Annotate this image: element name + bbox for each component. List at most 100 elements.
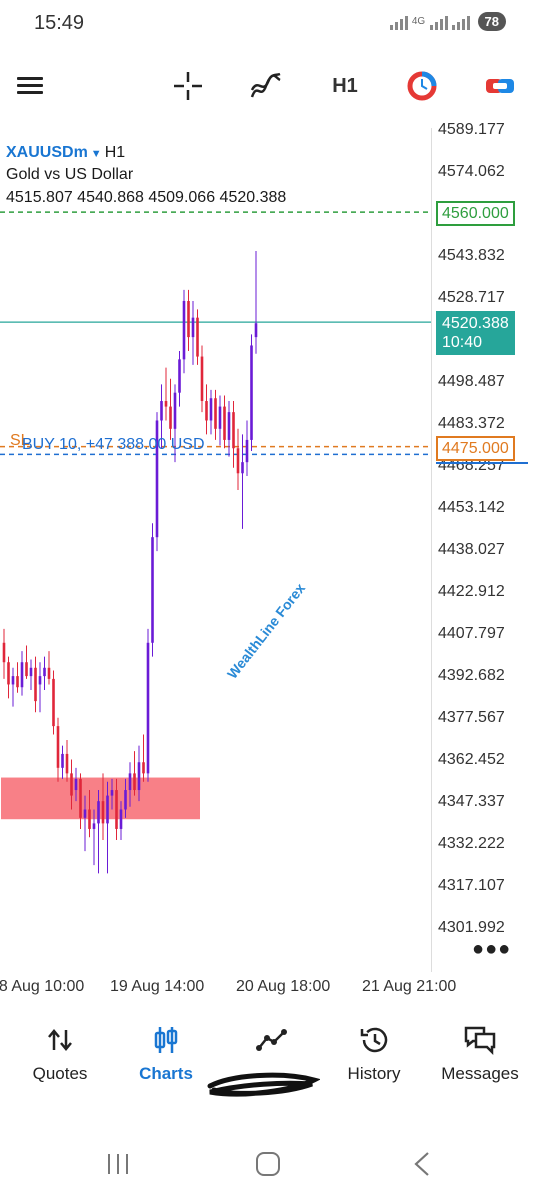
- battery-indicator: 78: [477, 12, 506, 31]
- chart-area[interactable]: WealthLine Forex SL BUY 10, +47 388.00 U…: [0, 128, 432, 972]
- candle-body: [236, 448, 240, 474]
- candle-body: [7, 662, 10, 685]
- price-tick: 4362.452: [438, 751, 505, 768]
- status-icons: 4G 78: [389, 12, 506, 31]
- chevron-down-icon[interactable]: ▼: [91, 148, 102, 160]
- candle-body: [133, 773, 136, 791]
- candle-body: [160, 401, 163, 421]
- candle-body: [200, 356, 204, 402]
- candle-body: [97, 801, 100, 824]
- candle-body: [34, 667, 37, 702]
- history-icon: [320, 1020, 428, 1060]
- symbol-timeframe: H1: [104, 144, 126, 161]
- candle-body: [209, 398, 213, 421]
- candle-body: [2, 642, 6, 663]
- back-icon[interactable]: [404, 1148, 440, 1180]
- candle-body: [92, 823, 96, 829]
- candle-body: [16, 676, 19, 688]
- candle-body: [128, 773, 132, 791]
- candle-body: [110, 790, 114, 796]
- status-time: 15:49: [34, 12, 85, 34]
- candle-body: [218, 406, 222, 429]
- candle-body: [88, 809, 91, 829]
- candle-body: [20, 662, 24, 688]
- current-price-value: 4520.388: [442, 315, 509, 333]
- candle-countdown: 10:40: [442, 334, 483, 352]
- price-tick: 4528.717: [438, 289, 505, 306]
- candle-body: [169, 406, 172, 429]
- candle-body: [119, 809, 123, 829]
- current-price-label: 4520.388 10:40: [436, 311, 515, 356]
- recents-icon[interactable]: [100, 1148, 136, 1180]
- time-axis[interactable]: 18 Aug 10:00 19 Aug 14:00 20 Aug 18:00 2…: [0, 972, 540, 1002]
- price-tick: 4453.142: [438, 499, 505, 516]
- candle-body: [74, 778, 78, 791]
- candle-body: [232, 412, 235, 449]
- price-tick: 4347.337: [438, 793, 505, 810]
- home-icon[interactable]: [250, 1148, 286, 1180]
- candle-body: [164, 401, 168, 407]
- charts-icon: [112, 1020, 220, 1060]
- candle-body: [115, 790, 118, 829]
- candle-body: [65, 753, 69, 774]
- symbol-name[interactable]: XAUUSDm: [6, 144, 88, 161]
- candle-body: [106, 795, 109, 824]
- objects-icon[interactable]: [402, 66, 442, 106]
- candle-body: [146, 642, 150, 774]
- price-tick: 4438.027: [438, 541, 505, 558]
- candle-body: [178, 359, 181, 393]
- price-tick: 4317.107: [438, 877, 505, 894]
- quotes-icon: [6, 1020, 114, 1060]
- candle-body: [56, 726, 60, 768]
- nav-history[interactable]: History: [320, 1020, 428, 1100]
- candle-body: [101, 801, 105, 824]
- time-label: 20 Aug 18:00: [236, 978, 331, 995]
- more-icon[interactable]: ●●●: [472, 938, 511, 961]
- candle-body: [196, 317, 199, 357]
- candle-body: [61, 753, 64, 768]
- price-tick: 4498.487: [438, 373, 505, 390]
- candle-body: [254, 323, 258, 338]
- open-line-marker: [436, 462, 528, 465]
- price-tick: 4422.912: [438, 583, 505, 600]
- candle-body: [142, 762, 145, 774]
- candle-body: [124, 790, 127, 810]
- price-tick: 4407.797: [438, 625, 505, 642]
- candle-body: [187, 300, 190, 338]
- network-label: 4G: [411, 15, 426, 27]
- symbol-info[interactable]: XAUUSDm ▼ H1: [6, 144, 125, 162]
- ohlc-values: 4515.807 4540.868 4509.066 4520.388: [6, 189, 287, 206]
- trade-icon[interactable]: [480, 66, 520, 106]
- price-tick: 4574.062: [438, 163, 505, 180]
- price-tick: 4543.832: [438, 247, 505, 264]
- time-label: 18 Aug 10:00: [0, 978, 85, 995]
- menu-icon[interactable]: [10, 66, 50, 106]
- nav-quotes-label: Quotes: [32, 1064, 88, 1083]
- messages-icon: [424, 1020, 536, 1060]
- candle-body: [25, 662, 28, 677]
- candle-body: [83, 809, 87, 818]
- crosshair-icon[interactable]: [168, 66, 208, 106]
- signal-icon: [451, 14, 470, 30]
- price-tick: 4377.567: [438, 709, 505, 726]
- position-label[interactable]: BUY 10, +47 388.00 USD: [22, 436, 205, 453]
- candle-body: [79, 778, 82, 818]
- candle-body: [250, 345, 253, 440]
- open-price-label: 4475.000: [436, 435, 515, 461]
- timeframe-button[interactable]: H1: [320, 66, 370, 106]
- indicator-icon[interactable]: [246, 66, 286, 106]
- candle-body: [52, 678, 55, 727]
- nav-quotes[interactable]: Quotes: [6, 1020, 114, 1100]
- trade-graph-icon: [218, 1020, 326, 1060]
- watermark: WealthLine Forex: [224, 580, 308, 682]
- demand-zone: [1, 777, 200, 820]
- symbol-description: Gold vs US Dollar: [6, 166, 134, 183]
- candlestick-chart[interactable]: WealthLine Forex SL BUY 10, +47 388.00 U…: [0, 128, 432, 972]
- nav-messages-label: Messages: [441, 1064, 519, 1083]
- candle-body: [70, 773, 73, 796]
- candle-body: [38, 676, 42, 685]
- nav-messages[interactable]: Messages: [424, 1020, 536, 1100]
- price-axis[interactable]: 4589.177 4574.062 4543.832 4528.717 4498.487…: [432, 118, 540, 972]
- time-label: 19 Aug 14:00: [110, 978, 205, 995]
- price-tick: 4332.222: [438, 835, 505, 852]
